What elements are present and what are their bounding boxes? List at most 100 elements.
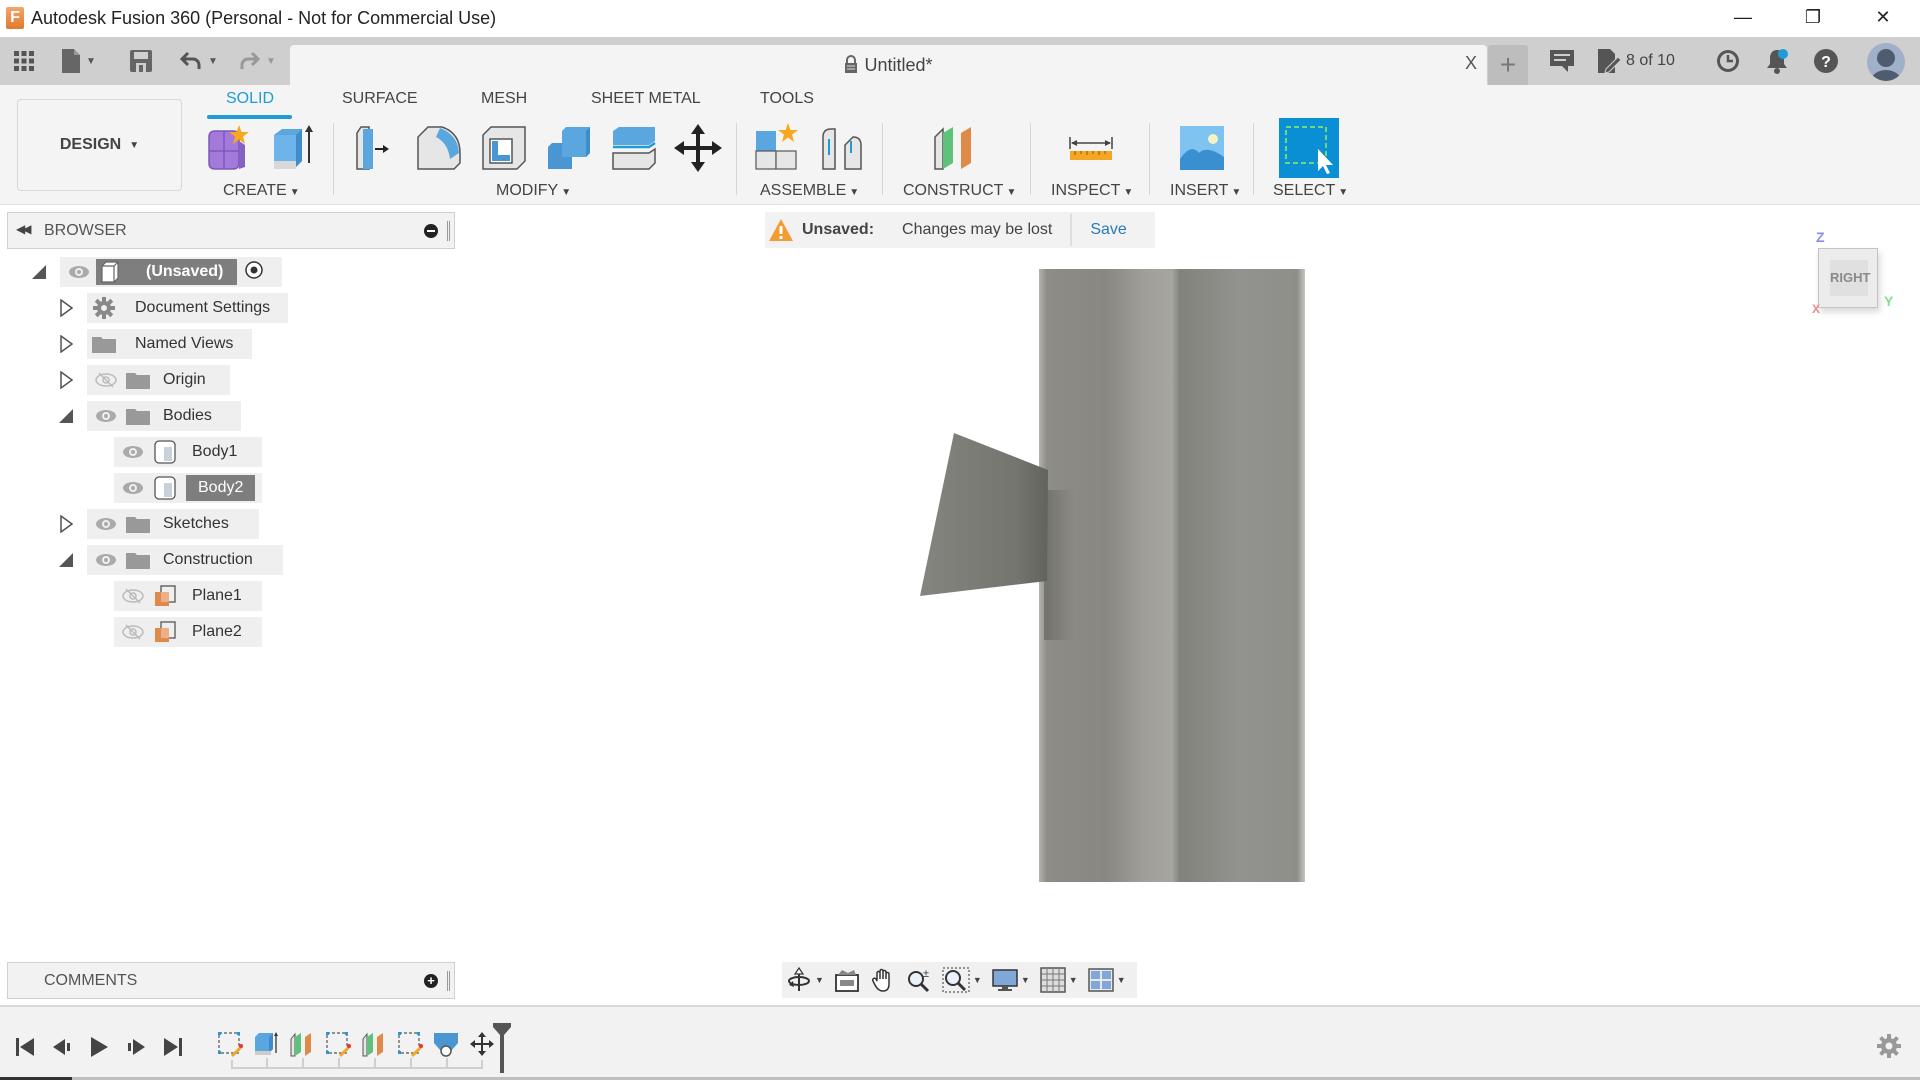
node-label: Document Settings bbox=[135, 299, 271, 316]
next-icon bbox=[128, 1039, 145, 1055]
zoom-button[interactable]: ± bbox=[906, 966, 932, 994]
chevron-down-icon: ▼ bbox=[1020, 975, 1030, 985]
eye-icon[interactable] bbox=[93, 407, 119, 425]
plane2-chip: Plane2 bbox=[114, 617, 262, 647]
viewports-icon bbox=[1087, 968, 1114, 992]
timeline-tick bbox=[410, 1058, 412, 1067]
axis-x-label: X bbox=[1812, 302, 1821, 316]
tree-node-root[interactable]: (Unsaved) bbox=[0, 257, 460, 287]
gear-icon bbox=[91, 297, 117, 319]
browser-title: BROWSER bbox=[44, 222, 127, 239]
expanded-triangle-icon[interactable] bbox=[57, 550, 75, 570]
comments-panel-header[interactable]: COMMENTS + bbox=[7, 962, 455, 999]
pan-button[interactable] bbox=[870, 966, 896, 994]
eye-icon[interactable] bbox=[120, 443, 146, 461]
tree-node-sketches[interactable]: Sketches bbox=[0, 509, 460, 539]
timeline-feature-offset-plane[interactable] bbox=[287, 1029, 317, 1059]
go-to-end-button[interactable] bbox=[158, 1032, 188, 1062]
root-label-wrap: (Unsaved) bbox=[96, 259, 238, 285]
timeline-feature-offset-plane[interactable] bbox=[359, 1029, 389, 1059]
activate-radio-icon[interactable] bbox=[245, 260, 264, 284]
tree-node-origin[interactable]: Origin bbox=[0, 365, 460, 395]
add-comment-icon[interactable]: + bbox=[424, 974, 438, 988]
unsaved-label: Unsaved: bbox=[802, 221, 875, 238]
panel-drag-handle[interactable] bbox=[447, 221, 450, 241]
timeline-feature-sketch[interactable] bbox=[323, 1029, 353, 1059]
save-link[interactable]: Save bbox=[1090, 221, 1126, 239]
body2-chip: Body2 bbox=[114, 473, 262, 503]
unsaved-message: Changes may be lost bbox=[902, 221, 1053, 238]
folder-icon bbox=[91, 334, 117, 354]
panel-drag-handle[interactable] bbox=[447, 971, 450, 991]
view-cube-face[interactable]: RIGHT bbox=[1830, 260, 1870, 296]
timeline-tick bbox=[302, 1058, 304, 1067]
svg-text:±: ± bbox=[923, 968, 929, 980]
expanded-triangle-icon[interactable] bbox=[30, 262, 48, 282]
eye-icon[interactable] bbox=[93, 551, 119, 569]
minimize-panel-icon[interactable] bbox=[424, 224, 438, 238]
extrude-icon bbox=[255, 1032, 278, 1055]
timeline bbox=[0, 1007, 1920, 1077]
collapsed-triangle-icon[interactable] bbox=[57, 514, 75, 534]
eye-hidden-icon[interactable] bbox=[93, 371, 119, 389]
timeline-tick bbox=[446, 1058, 448, 1067]
node-label: Plane1 bbox=[192, 587, 242, 604]
view-cube[interactable]: RIGHT bbox=[1818, 248, 1878, 308]
step-back-button[interactable] bbox=[47, 1032, 77, 1062]
tree-node-plane2[interactable]: Plane2 bbox=[0, 617, 460, 647]
sketch-icon bbox=[326, 1032, 351, 1057]
timeline-feature-sketch[interactable] bbox=[215, 1029, 245, 1059]
tree-node-body2[interactable]: Body2 bbox=[0, 473, 460, 503]
chevron-down-icon: ▼ bbox=[972, 975, 982, 985]
sketch-icon bbox=[398, 1032, 423, 1057]
timeline-marker-icon bbox=[493, 1023, 511, 1073]
tree-node-named-views[interactable]: Named Views bbox=[0, 329, 460, 359]
tree-node-construction[interactable]: Construction bbox=[0, 545, 460, 575]
tree-node-plane1[interactable]: Plane1 bbox=[0, 581, 460, 611]
body2-wedge[interactable] bbox=[920, 433, 1048, 596]
eye-icon[interactable] bbox=[66, 263, 92, 281]
previous-icon bbox=[53, 1039, 70, 1055]
eye-hidden-icon[interactable] bbox=[120, 587, 146, 605]
axis-y-label: Y bbox=[1884, 293, 1894, 309]
tree-node-body1[interactable]: Body1 bbox=[0, 437, 460, 467]
viewport-canvas[interactable] bbox=[0, 0, 1920, 1080]
bodies-chip: Bodies bbox=[87, 401, 241, 431]
eye-icon[interactable] bbox=[93, 515, 119, 533]
fit-window-button[interactable]: ▼ bbox=[942, 966, 982, 994]
chevron-down-icon: ▼ bbox=[1068, 975, 1078, 985]
collapsed-triangle-icon[interactable] bbox=[57, 334, 75, 354]
timeline-feature-sketch[interactable] bbox=[395, 1029, 425, 1059]
collapse-panel-icon[interactable]: ◀◀ bbox=[16, 222, 32, 236]
go-to-start-button[interactable] bbox=[10, 1032, 40, 1062]
node-label-selected: Body2 bbox=[186, 475, 256, 501]
chevron-down-icon: ▼ bbox=[815, 975, 824, 985]
loft-icon bbox=[434, 1033, 458, 1057]
collapsed-triangle-icon[interactable] bbox=[57, 298, 75, 318]
node-label: Origin bbox=[163, 371, 206, 388]
root-label: (Unsaved) bbox=[146, 263, 224, 280]
timeline-feature-loft[interactable] bbox=[431, 1029, 461, 1059]
tree-node-document-settings[interactable]: Document Settings bbox=[0, 293, 460, 323]
axis-z-label: Z bbox=[1816, 229, 1825, 245]
tree-node-bodies[interactable]: Bodies bbox=[0, 401, 460, 431]
timeline-marker-handle[interactable] bbox=[493, 1023, 511, 1073]
timeline-feature-extrude[interactable] bbox=[251, 1029, 281, 1059]
node-label: Plane2 bbox=[192, 623, 242, 640]
component-icon bbox=[101, 261, 119, 283]
eye-hidden-icon[interactable] bbox=[120, 623, 146, 641]
body1-cylinder[interactable] bbox=[1039, 269, 1305, 882]
orbit-button[interactable]: ▼ bbox=[786, 966, 824, 994]
eye-icon[interactable] bbox=[120, 479, 146, 497]
look-at-button[interactable] bbox=[834, 966, 860, 994]
named-views-chip: Named Views bbox=[87, 329, 252, 359]
collapsed-triangle-icon[interactable] bbox=[57, 370, 75, 390]
timeline-settings-button[interactable] bbox=[1875, 1032, 1903, 1060]
display-settings-button[interactable]: ▼ bbox=[992, 966, 1030, 994]
origin-chip: Origin bbox=[87, 365, 230, 395]
step-forward-button[interactable] bbox=[121, 1032, 151, 1062]
viewports-button[interactable]: ▼ bbox=[1087, 966, 1126, 994]
expanded-triangle-icon[interactable] bbox=[57, 406, 75, 426]
play-button[interactable] bbox=[84, 1032, 114, 1062]
grid-snaps-button[interactable]: ▼ bbox=[1040, 966, 1078, 994]
